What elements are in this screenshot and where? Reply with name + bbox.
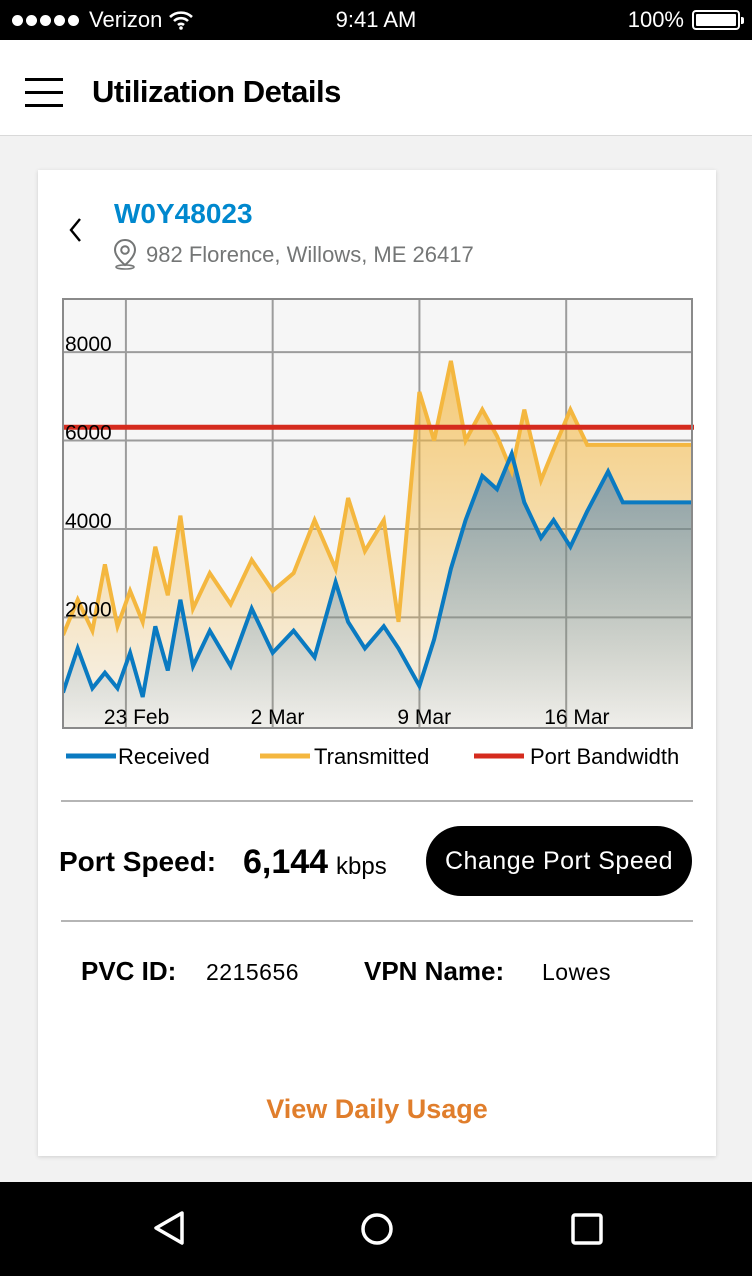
y-tick-label: 2000 bbox=[65, 598, 112, 621]
pvc-id-value: 2215656 bbox=[206, 959, 300, 985]
hamburger-menu-icon[interactable] bbox=[25, 78, 63, 108]
y-tick-label: 4000 bbox=[65, 510, 112, 533]
pvc-id-label: PVC ID: bbox=[81, 956, 177, 986]
utilization-card: W0Y48023 982 Florence, Willows, ME 26417 bbox=[38, 170, 716, 1156]
utilization-chart: 23 Feb 2 Mar 9 Mar 16 Mar 2000 4000 6000 8000 R… bbox=[62, 298, 694, 769]
battery-icon bbox=[692, 10, 744, 30]
port-speed-unit: kbps bbox=[336, 853, 387, 880]
y-tick-label: 6000 bbox=[65, 422, 112, 445]
y-tick-label: 8000 bbox=[65, 333, 112, 356]
system-nav-bar bbox=[0, 1182, 752, 1276]
vpn-name-label: VPN Name: bbox=[364, 956, 505, 986]
x-tick-label: 9 Mar bbox=[397, 706, 451, 729]
battery-percent: 100% bbox=[627, 7, 684, 32]
port-speed-value: 6,144 bbox=[243, 843, 329, 881]
app-bar: Utilization Details bbox=[0, 40, 752, 136]
legend-bandwidth-label: Port Bandwidth bbox=[530, 744, 679, 769]
nav-recent-apps-icon[interactable] bbox=[570, 1212, 604, 1246]
nav-home-icon[interactable] bbox=[360, 1212, 394, 1246]
divider bbox=[61, 920, 693, 922]
divider bbox=[61, 800, 693, 802]
x-tick-label: 2 Mar bbox=[251, 706, 305, 729]
x-tick-label: 23 Feb bbox=[104, 706, 169, 729]
legend-transmitted-label: Transmitted bbox=[314, 744, 429, 769]
x-tick-label: 16 Mar bbox=[544, 706, 609, 729]
legend-received-label: Received bbox=[118, 744, 210, 769]
view-daily-usage-link[interactable]: View Daily Usage bbox=[38, 1094, 716, 1125]
change-port-speed-button[interactable]: Change Port Speed bbox=[426, 826, 692, 896]
nav-back-icon[interactable] bbox=[152, 1210, 186, 1246]
port-speed-label: Port Speed: bbox=[59, 846, 217, 877]
page-title: Utilization Details bbox=[92, 74, 341, 109]
status-bar: Verizon 9:41 AM 100% bbox=[0, 0, 752, 40]
vpn-name-value: Lowes bbox=[542, 959, 611, 985]
battery-group: 100% bbox=[627, 7, 744, 33]
